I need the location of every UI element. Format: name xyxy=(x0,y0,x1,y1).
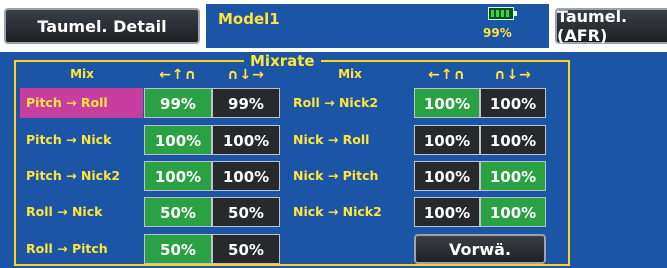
rate-right[interactable]: 100% xyxy=(480,161,546,191)
rate-right[interactable]: 100% xyxy=(212,161,280,191)
next-page-button[interactable]: Vorwä. xyxy=(414,234,546,264)
function-button[interactable]: Taumel.(AFR) xyxy=(555,7,667,45)
rate-left[interactable]: 50% xyxy=(144,197,212,227)
mix-label[interactable]: Roll → Nick2 xyxy=(287,88,413,118)
rate-left[interactable]: 100% xyxy=(414,88,480,118)
battery-icon xyxy=(488,7,517,20)
screen: Taumel. Detail Model1 99% Taumel.(AFR) M… xyxy=(0,0,667,268)
title-button[interactable]: Taumel. Detail xyxy=(4,8,200,44)
header-right-direction-2: ∩↓→ xyxy=(494,67,532,83)
rate-right[interactable]: 50% xyxy=(212,234,280,264)
rate-right[interactable]: 50% xyxy=(212,197,280,227)
model-panel: Model1 99% xyxy=(206,4,549,48)
header-left-direction: ←↑∩ xyxy=(159,67,197,83)
mix-label[interactable]: Pitch → Nick2 xyxy=(20,161,143,191)
rate-left[interactable]: 99% xyxy=(144,88,212,118)
mix-label[interactable]: Roll → Nick xyxy=(20,197,143,227)
rate-right[interactable]: 100% xyxy=(212,125,280,155)
rate-right[interactable]: 100% xyxy=(480,125,546,155)
rate-left[interactable]: 50% xyxy=(144,234,212,264)
rate-right[interactable]: 100% xyxy=(480,88,546,118)
rate-right[interactable]: 99% xyxy=(212,88,280,118)
mix-label[interactable]: Roll → Pitch xyxy=(20,234,143,264)
rate-left[interactable]: 100% xyxy=(144,161,212,191)
header-mix-left: Mix xyxy=(70,67,94,81)
mix-label[interactable]: Pitch → Roll xyxy=(20,88,143,118)
header-right-direction: ∩↓→ xyxy=(227,67,265,83)
header-mix-right: Mix xyxy=(338,67,362,81)
battery-percent: 99% xyxy=(483,26,512,40)
mix-label[interactable]: Pitch → Nick xyxy=(20,125,143,155)
rate-right[interactable]: 100% xyxy=(480,197,546,227)
rate-left[interactable]: 100% xyxy=(414,197,480,227)
model-name: Model1 xyxy=(218,10,280,28)
mix-label[interactable]: Nick → Nick2 xyxy=(287,197,413,227)
mix-label[interactable]: Nick → Pitch xyxy=(287,161,413,191)
rate-left[interactable]: 100% xyxy=(144,125,212,155)
mix-label[interactable]: Nick → Roll xyxy=(287,125,413,155)
rate-left[interactable]: 100% xyxy=(414,125,480,155)
header-left-direction-2: ←↑∩ xyxy=(428,67,466,83)
rate-left[interactable]: 100% xyxy=(414,161,480,191)
